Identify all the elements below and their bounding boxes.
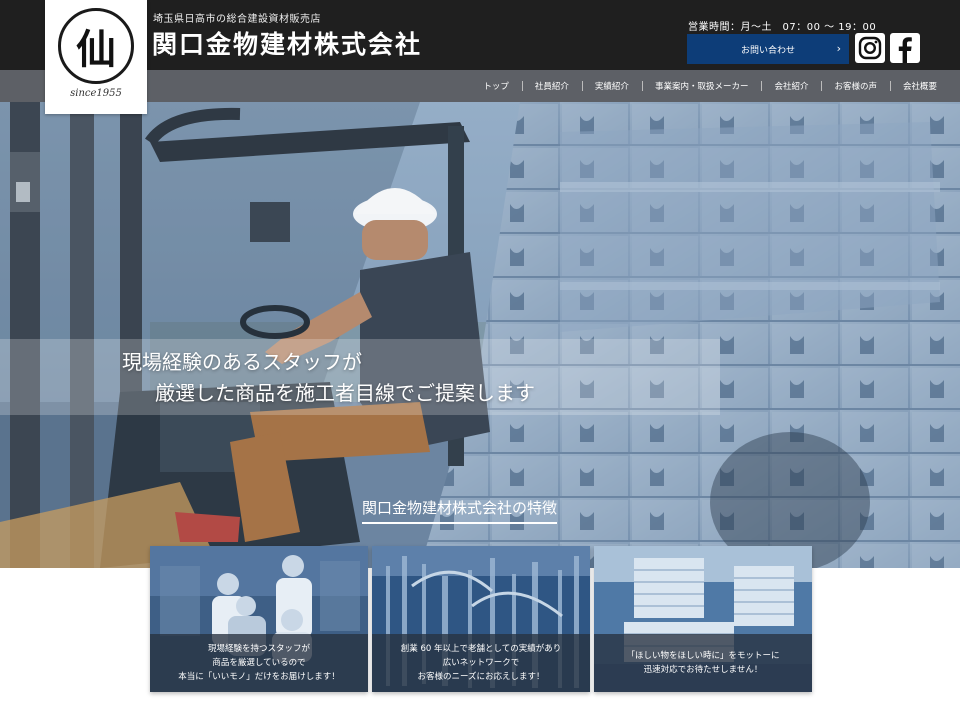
instagram-icon[interactable] <box>855 33 885 63</box>
logo-emblem: 仙 <box>58 8 134 84</box>
caption-line: 商品を厳選しているので <box>212 658 306 668</box>
feature-card-caption: 創業 60 年以上で老舗としての実績があり 広いネットワークで お客様のニーズに… <box>372 634 590 692</box>
logo-character: 仙 <box>76 26 116 73</box>
nav-item-works[interactable]: 実績紹介 <box>581 80 642 92</box>
nav-item-staff[interactable]: 社員紹介 <box>521 80 582 92</box>
nav-item-voices[interactable]: お客様の声 <box>821 80 890 92</box>
caption-line: 広いネットワークで <box>442 658 520 668</box>
tagline: 埼玉県日高市の総合建設資材販売店 <box>153 14 321 25</box>
hero-headline-line1: 現場経験のあるスタッフが <box>122 350 362 374</box>
site-logo[interactable]: 仙 since1955 <box>45 0 147 114</box>
feature-card-speed[interactable]: 「ほしい物をほしい時に」をモットーに 迅速対応でお待たせしません！ <box>594 546 812 692</box>
nav-item-business[interactable]: 事業案内・取扱メーカー <box>641 80 762 92</box>
company-name[interactable]: 関口金物建材株式会社 <box>152 25 422 61</box>
business-hours: 営業時間：月〜土 07：00 〜 19：00 <box>688 22 877 33</box>
caption-line: 本当に「いいモノ」だけをお届けします！ <box>178 672 340 682</box>
feature-card-staff[interactable]: 現場経験を持つスタッフが 商品を厳選しているので 本当に「いいモノ」だけをお届け… <box>150 546 368 692</box>
caption-line: 「ほしい物をほしい時に」をモットーに <box>626 651 780 661</box>
feature-card-caption: 現場経験を持つスタッフが 商品を厳選しているので 本当に「いいモノ」だけをお届け… <box>150 634 368 692</box>
caption-line: 創業 60 年以上で老舗としての実績があり <box>400 644 562 654</box>
facebook-icon[interactable] <box>890 33 920 63</box>
hero-headline-line2: 厳選した商品を施工者目線でご提案します <box>155 381 535 405</box>
contact-button[interactable]: お問い合わせ › <box>687 34 849 64</box>
chevron-right-icon: › <box>836 42 841 55</box>
caption-line: 迅速対応でお待たせしません！ <box>643 665 763 675</box>
contact-button-label: お問い合わせ <box>740 45 795 56</box>
caption-line: 現場経験を持つスタッフが <box>207 644 310 654</box>
nav-item-company-profile[interactable]: 会社概要 <box>889 80 950 92</box>
features-heading: 関口金物建材株式会社の特徴 <box>362 497 558 524</box>
feature-card-caption: 「ほしい物をほしい時に」をモットーに 迅速対応でお待たせしません！ <box>594 634 812 692</box>
feature-card-history[interactable]: 創業 60 年以上で老舗としての実績があり 広いネットワークで お客様のニーズに… <box>372 546 590 692</box>
nav-item-top[interactable]: トップ <box>470 80 522 92</box>
nav-item-company-intro[interactable]: 会社紹介 <box>761 80 821 92</box>
logo-since: since1955 <box>70 88 122 99</box>
caption-line: お客様のニーズにお応えします！ <box>417 672 545 682</box>
